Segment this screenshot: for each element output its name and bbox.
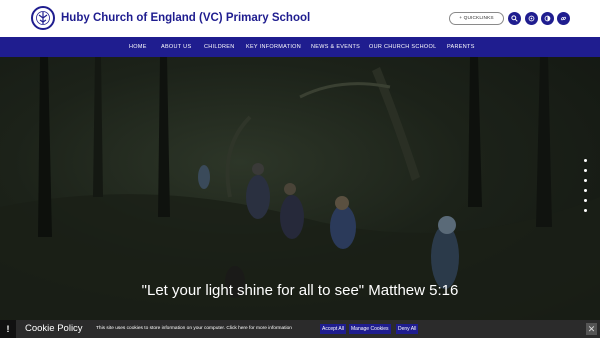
hero-woodland-image: [0, 57, 600, 320]
slide-dot[interactable]: [584, 159, 587, 162]
nav-item-about-us[interactable]: ABOUT US: [161, 37, 191, 57]
slide-dot[interactable]: [584, 199, 587, 202]
hero-quote: "Let your light shine for all to see" Ma…: [141, 282, 459, 299]
accept-all-button[interactable]: Accept All: [320, 324, 346, 334]
deny-all-button[interactable]: Deny All: [396, 324, 419, 334]
nav-item-home[interactable]: HOME: [129, 37, 147, 57]
nav-item-children[interactable]: CHILDREN: [204, 37, 235, 57]
slide-dot[interactable]: [584, 179, 587, 182]
hero-slideshow: "Let your light shine for all to see" Ma…: [0, 57, 600, 320]
close-icon[interactable]: ✕: [586, 323, 597, 335]
site-header: Huby Church of England (VC) Primary Scho…: [0, 0, 600, 37]
translate-button[interactable]: [525, 12, 538, 25]
nav-item-parents[interactable]: PARENTS: [447, 37, 475, 57]
nav-item-key-information[interactable]: KEY INFORMATION: [246, 37, 301, 57]
accessibility-icon: [544, 15, 551, 22]
manage-cookies-button[interactable]: Manage Cookies: [349, 324, 391, 334]
nav-item-our-church-school[interactable]: OUR CHURCH SCHOOL: [369, 37, 436, 57]
cookie-banner: ! Cookie Policy This site uses cookies t…: [0, 320, 600, 338]
alert-icon: !: [0, 320, 16, 338]
school-logo[interactable]: [31, 6, 55, 30]
translate-icon: [528, 15, 535, 22]
link-icon: [560, 16, 567, 21]
main-navigation: HOME ABOUT US CHILDREN KEY INFORMATION N…: [0, 37, 600, 57]
links-button[interactable]: [557, 12, 570, 25]
school-name[interactable]: Huby Church of England (VC) Primary Scho…: [61, 12, 310, 24]
slide-dot[interactable]: [584, 209, 587, 212]
search-button[interactable]: [508, 12, 521, 25]
logo-emblem-icon: [36, 11, 50, 25]
cookie-title: Cookie Policy: [25, 323, 83, 334]
nav-item-news-events[interactable]: NEWS & EVENTS: [311, 37, 360, 57]
quicklinks-button[interactable]: + QUICKLINKS: [449, 12, 504, 25]
slide-dot[interactable]: [584, 189, 587, 192]
search-icon: [511, 15, 518, 22]
cookie-info-link[interactable]: This site uses cookies to store informat…: [96, 326, 292, 331]
slide-dot[interactable]: [584, 169, 587, 172]
accessibility-button[interactable]: [541, 12, 554, 25]
